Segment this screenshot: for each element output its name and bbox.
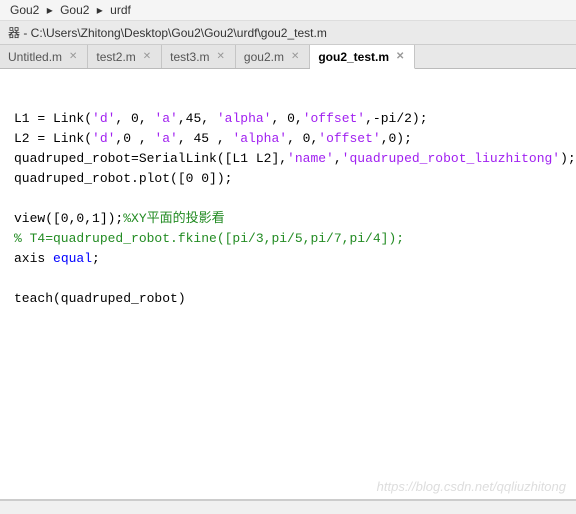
editor-tabs: Untitled.m ✕ test2.m ✕ test3.m ✕ gou2.m … xyxy=(0,45,576,69)
breadcrumb[interactable]: Gou2 ▸ Gou2 ▸ urdf xyxy=(0,0,576,21)
close-icon[interactable]: ✕ xyxy=(289,51,301,62)
tab-label: gou2_test.m xyxy=(318,50,389,64)
close-icon[interactable]: ✕ xyxy=(215,51,227,62)
tab-label: Untitled.m xyxy=(8,50,62,64)
breadcrumb-item[interactable]: Gou2 xyxy=(10,3,39,17)
tab-gou2[interactable]: gou2.m ✕ xyxy=(236,45,310,68)
close-icon[interactable]: ✕ xyxy=(394,51,406,62)
tab-gou2-test[interactable]: gou2_test.m ✕ xyxy=(310,45,415,69)
window-title: 器 - C:\Users\Zhitong\Desktop\Gou2\Gou2\u… xyxy=(0,21,576,45)
breadcrumb-sep: ▸ xyxy=(47,3,53,17)
watermark: https://blog.csdn.net/qqliuzhitong xyxy=(377,479,566,494)
tab-label: gou2.m xyxy=(244,50,284,64)
status-bar xyxy=(0,500,576,514)
code-editor[interactable]: L1 = Link('d', 0, 'a',45, 'alpha', 0,'of… xyxy=(0,69,576,513)
close-icon[interactable]: ✕ xyxy=(141,51,153,62)
tab-label: test3.m xyxy=(170,50,209,64)
close-icon[interactable]: ✕ xyxy=(67,51,79,62)
tab-label: test2.m xyxy=(96,50,135,64)
tab-test3[interactable]: test3.m ✕ xyxy=(162,45,236,68)
breadcrumb-item[interactable]: Gou2 xyxy=(60,3,89,17)
tab-test2[interactable]: test2.m ✕ xyxy=(88,45,162,68)
tab-untitled[interactable]: Untitled.m ✕ xyxy=(0,45,88,68)
breadcrumb-item[interactable]: urdf xyxy=(110,3,131,17)
breadcrumb-sep: ▸ xyxy=(97,3,103,17)
